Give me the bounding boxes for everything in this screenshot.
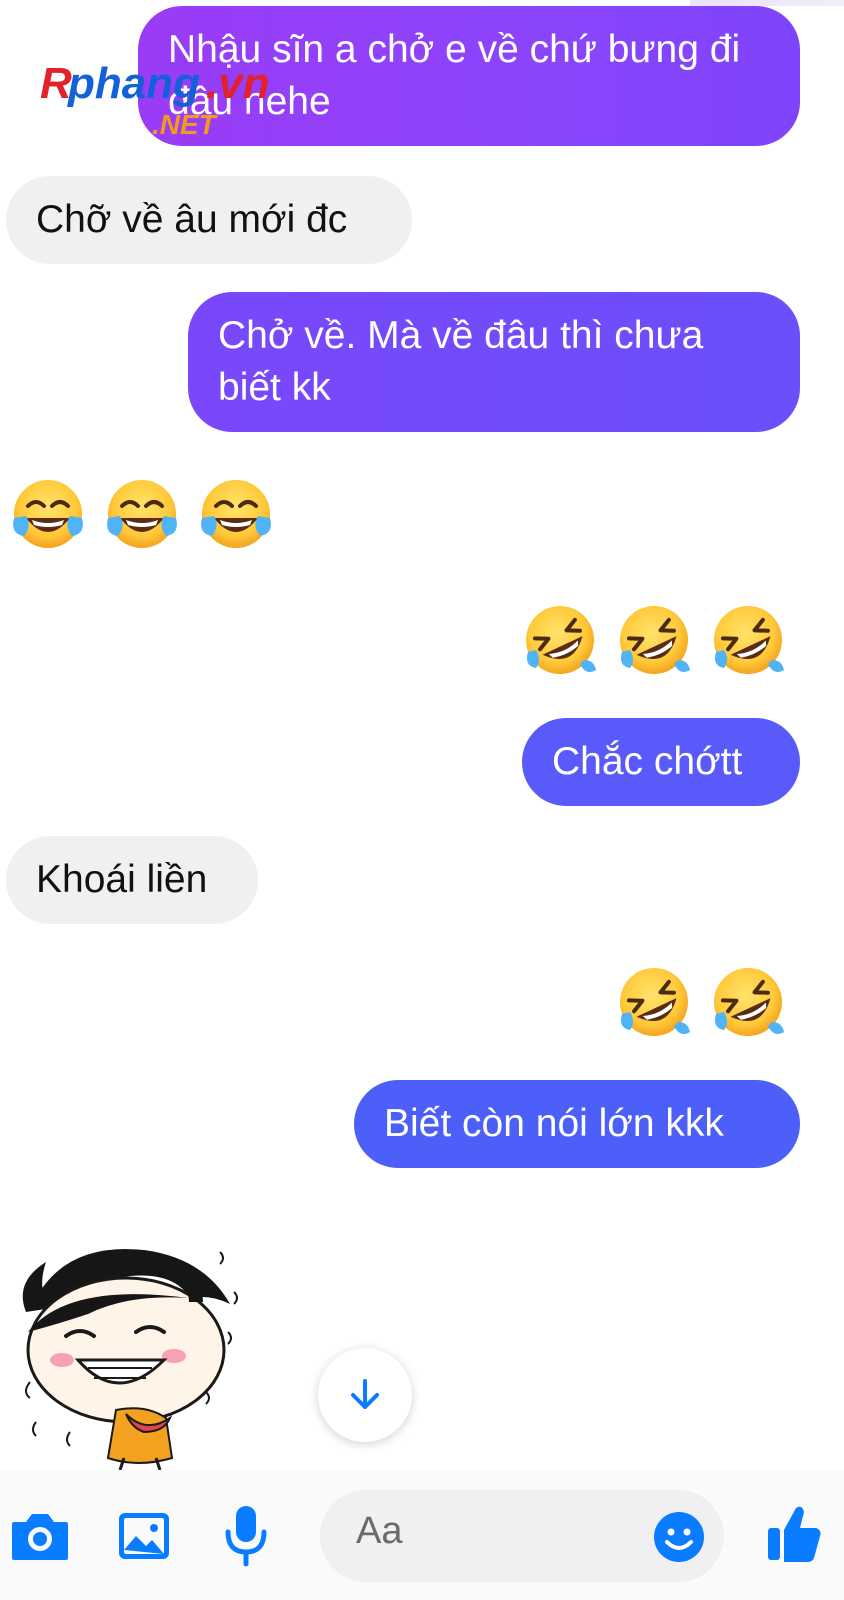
rolling-on-the-floor-laughing-icon xyxy=(520,600,600,680)
face-with-tears-of-joy-icon xyxy=(102,474,182,554)
svg-text:.vn: .vn xyxy=(206,59,270,108)
rolling-on-the-floor-laughing-icon xyxy=(708,962,788,1042)
message-bubble-incoming[interactable]: Khoái liền xyxy=(6,836,258,924)
emoji-message-incoming[interactable] xyxy=(8,474,276,554)
message-text: Khoái liền xyxy=(36,858,208,901)
arrow-down-icon xyxy=(351,1379,379,1409)
svg-text:phang: phang xyxy=(67,59,200,108)
message-text: Chắc chớtt xyxy=(552,740,743,783)
svg-text:.NET: .NET xyxy=(152,109,219,138)
rolling-on-the-floor-laughing-icon xyxy=(614,600,694,680)
message-text: Biết còn nói lớn kkk xyxy=(384,1102,724,1145)
thumbs-up-icon[interactable] xyxy=(764,1500,824,1564)
face-with-tears-of-joy-icon xyxy=(196,474,276,554)
rolling-on-the-floor-laughing-icon xyxy=(708,600,788,680)
emoji-icon[interactable] xyxy=(652,1510,706,1564)
emoji-message-outgoing[interactable] xyxy=(614,962,788,1042)
rolling-on-the-floor-laughing-icon xyxy=(614,962,694,1042)
camera-icon[interactable] xyxy=(10,1508,70,1564)
message-bubble-outgoing[interactable]: Chở về. Mà về đâu thì chưa biết kk xyxy=(188,292,800,432)
watermark-logo: R phang .vn .NET xyxy=(40,59,270,138)
image-icon[interactable] xyxy=(116,1508,172,1564)
face-with-tears-of-joy-icon xyxy=(8,474,88,554)
emoji-message-outgoing[interactable] xyxy=(520,600,788,680)
message-bubble-incoming[interactable]: Chỡ về âu mới đc xyxy=(6,176,412,264)
message-bubble-outgoing[interactable]: Chắc chớtt xyxy=(522,718,800,806)
message-text: Chỡ về âu mới đc xyxy=(36,198,348,241)
laughing-cartoon-girl-sticker[interactable] xyxy=(6,1232,266,1472)
microphone-icon[interactable] xyxy=(222,1504,270,1568)
message-bubble-outgoing[interactable]: Biết còn nói lớn kkk xyxy=(354,1080,800,1168)
scroll-to-bottom-button[interactable] xyxy=(318,1348,412,1442)
message-text: Chở về. Mà về đâu thì chưa biết kk xyxy=(218,314,704,409)
message-input-placeholder: Aa xyxy=(356,1510,403,1552)
